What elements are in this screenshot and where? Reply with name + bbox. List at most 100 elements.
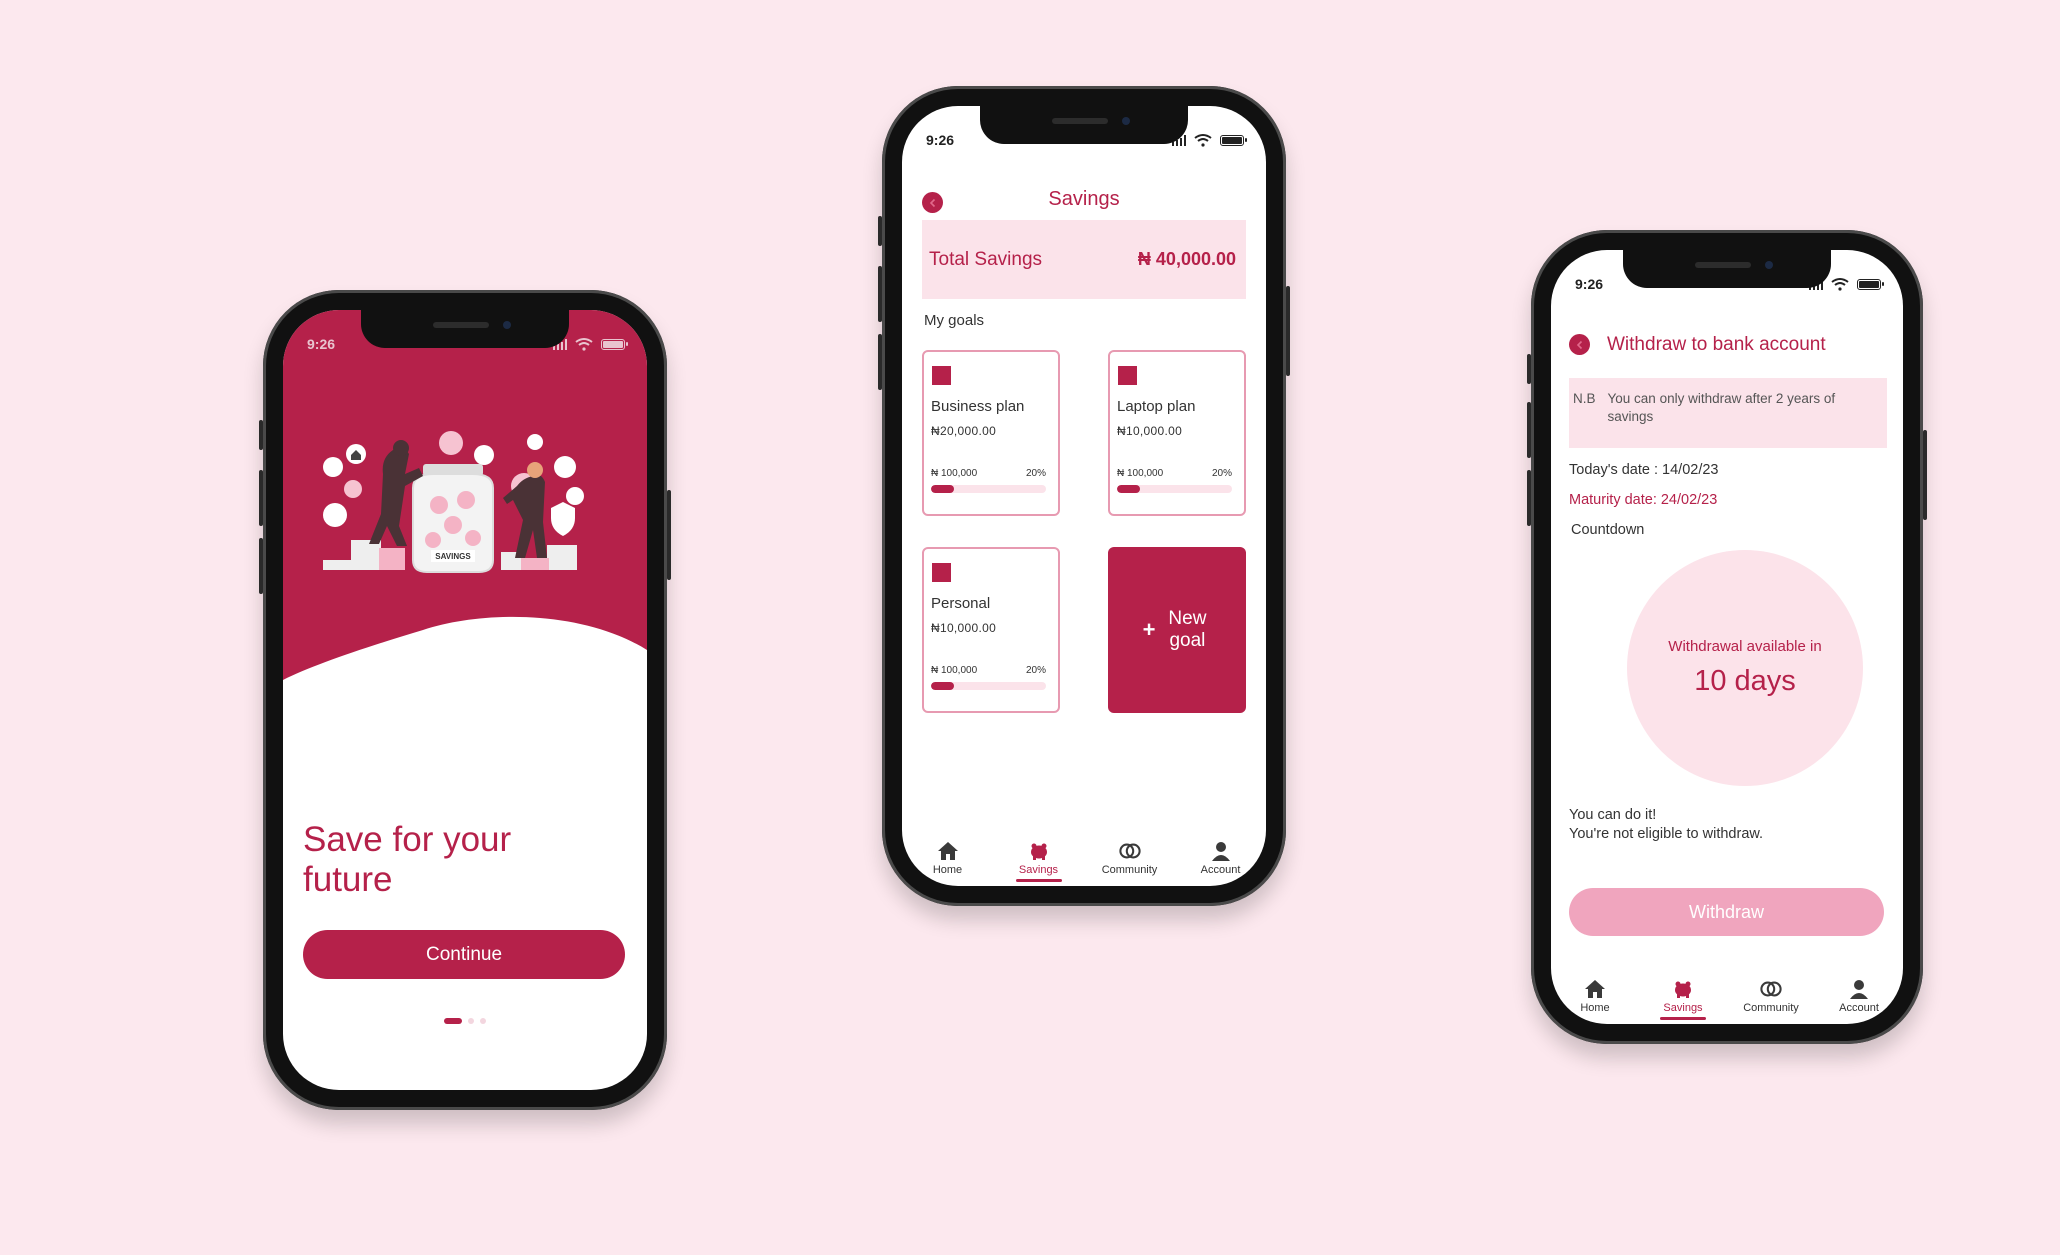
eligibility-message: You can do it! You're not eligible to wi…: [1569, 806, 1763, 844]
bottom-tab-bar: Home Savings Community Account: [902, 840, 1266, 882]
back-button[interactable]: [1569, 334, 1590, 355]
goal-card-business[interactable]: Business plan ₦20,000.00 ₦ 100,000 20%: [922, 350, 1060, 516]
goal-amount: ₦10,000.00: [931, 621, 997, 635]
my-goals-heading: My goals: [924, 312, 985, 329]
eligibility-text: You're not eligible to withdraw.: [1569, 826, 1764, 842]
today-date: Today's date : 14/02/23: [1569, 462, 1719, 478]
status-time: 9:26: [307, 336, 336, 352]
maturity-date: Maturity date: 24/02/23: [1569, 492, 1718, 508]
status-time: 9:26: [1575, 276, 1604, 292]
page-dot-active[interactable]: [444, 1018, 462, 1024]
tab-home[interactable]: Home: [1559, 978, 1631, 1014]
goal-progress-bar: [931, 485, 1046, 493]
countdown-days: 10 days: [1694, 665, 1796, 697]
page-dot[interactable]: [480, 1018, 486, 1024]
goal-percent: 20%: [1025, 665, 1046, 676]
tab-community[interactable]: Community: [1094, 840, 1166, 876]
goal-name: Personal: [931, 595, 991, 612]
encouragement-text: You can do it!: [1569, 807, 1657, 823]
battery-icon: [601, 338, 628, 350]
battery-icon: [1857, 278, 1884, 290]
home-icon: [936, 840, 960, 862]
piggy-bank-icon: [1671, 978, 1695, 1000]
goal-percent: 20%: [1025, 468, 1046, 479]
page-title: Savings: [1048, 188, 1120, 210]
new-goal-button[interactable]: + New goal: [1108, 547, 1246, 713]
page-indicator: [444, 1018, 486, 1024]
phone-side-button: [1527, 402, 1531, 458]
goal-icon: [932, 366, 951, 385]
onboarding-screen: 9:26 SAVINGS Save for your future Contin…: [283, 310, 647, 1090]
goal-name: Business plan: [931, 398, 1025, 415]
new-goal-label: New goal: [1168, 608, 1207, 651]
tab-label: Account: [1200, 864, 1241, 876]
goal-progress-fill: [1117, 485, 1140, 493]
phone-side-button: [878, 216, 882, 246]
status-time: 9:26: [926, 132, 955, 148]
phone-onboarding: 9:26 SAVINGS Save for your future Contin…: [259, 290, 671, 1110]
tab-savings[interactable]: Savings: [1003, 840, 1075, 882]
tab-account[interactable]: Account: [1185, 840, 1257, 876]
chevron-left-icon: [1576, 340, 1582, 349]
notice-text: You can only withdraw after 2 years of s…: [1607, 391, 1836, 424]
tab-label: Savings: [1018, 864, 1059, 876]
phone-notch: [1623, 250, 1831, 288]
tab-savings[interactable]: Savings: [1647, 978, 1719, 1020]
continue-button[interactable]: Continue: [303, 930, 625, 979]
countdown-label: Countdown: [1571, 522, 1645, 538]
goal-icon: [1118, 366, 1137, 385]
goal-progress-fill: [931, 682, 954, 690]
tab-community[interactable]: Community: [1735, 978, 1807, 1014]
phone-side-button: [1527, 470, 1531, 526]
phone-withdraw: 9:26 Withdraw to bank account N.B You ca…: [1527, 230, 1927, 1044]
tab-label: Community: [1743, 1002, 1799, 1014]
goal-card-laptop[interactable]: Laptop plan ₦10,000.00 ₦ 100,000 20%: [1108, 350, 1246, 516]
phone-notch: [980, 106, 1188, 144]
onboarding-title: Save for your future: [303, 820, 512, 899]
phone-side-button: [1286, 286, 1290, 376]
savings-jar-illustration: SAVINGS: [323, 431, 584, 573]
wifi-icon: [575, 337, 593, 351]
phone-side-button: [1923, 430, 1927, 520]
plus-icon: +: [1142, 617, 1156, 642]
withdraw-screen: 9:26 Withdraw to bank account N.B You ca…: [1551, 250, 1903, 1024]
notice-label: N.B: [1573, 391, 1596, 406]
goal-progress-fill: [931, 485, 954, 493]
home-icon: [1583, 978, 1607, 1000]
countdown-caption: Withdrawal available in: [1668, 638, 1822, 655]
tab-label: Community: [1101, 864, 1158, 876]
phone-savings: 9:26 Savings Total Savings ₦ 40,000.00 M…: [878, 86, 1290, 906]
phone-side-button: [667, 490, 671, 580]
phone-side-button: [878, 334, 882, 390]
withdraw-button[interactable]: Withdraw: [1569, 888, 1884, 936]
active-tab-underline: [1015, 879, 1062, 882]
phone-side-button: [1527, 354, 1531, 384]
phone-notch: [361, 310, 569, 348]
savings-screen: 9:26 Savings Total Savings ₦ 40,000.00 M…: [902, 106, 1266, 886]
goal-amount: ₦20,000.00: [931, 424, 997, 438]
wifi-icon: [1194, 133, 1212, 147]
tab-label: Home: [1580, 1002, 1610, 1014]
phone-side-button: [259, 470, 263, 526]
tab-label: Account: [1839, 1002, 1879, 1014]
goal-card-personal[interactable]: Personal ₦10,000.00 ₦ 100,000 20%: [922, 547, 1060, 713]
piggy-bank-icon: [1027, 840, 1051, 862]
bottom-tab-bar: Home Savings Community Account: [1551, 978, 1903, 1020]
tab-account[interactable]: Account: [1823, 978, 1895, 1014]
jar-label: SAVINGS: [435, 552, 471, 561]
person-icon: [1847, 978, 1871, 1000]
phone-side-button: [259, 538, 263, 594]
tab-home[interactable]: Home: [912, 840, 984, 876]
tab-label: Savings: [1663, 1002, 1703, 1014]
total-savings-value: ₦ 40,000.00: [1137, 249, 1236, 269]
community-rings-icon: [1759, 978, 1783, 1000]
tab-label: Home: [932, 864, 963, 876]
goal-amount: ₦10,000.00: [1117, 424, 1183, 438]
page-dot[interactable]: [468, 1018, 474, 1024]
goal-progress-bar: [1117, 485, 1232, 493]
goal-progress-bar: [931, 682, 1046, 690]
goal-target: ₦ 100,000: [931, 665, 978, 676]
goal-target: ₦ 100,000: [1117, 468, 1164, 479]
goal-icon: [932, 563, 951, 582]
notice-box: N.B You can only withdraw after 2 years …: [1569, 378, 1887, 448]
